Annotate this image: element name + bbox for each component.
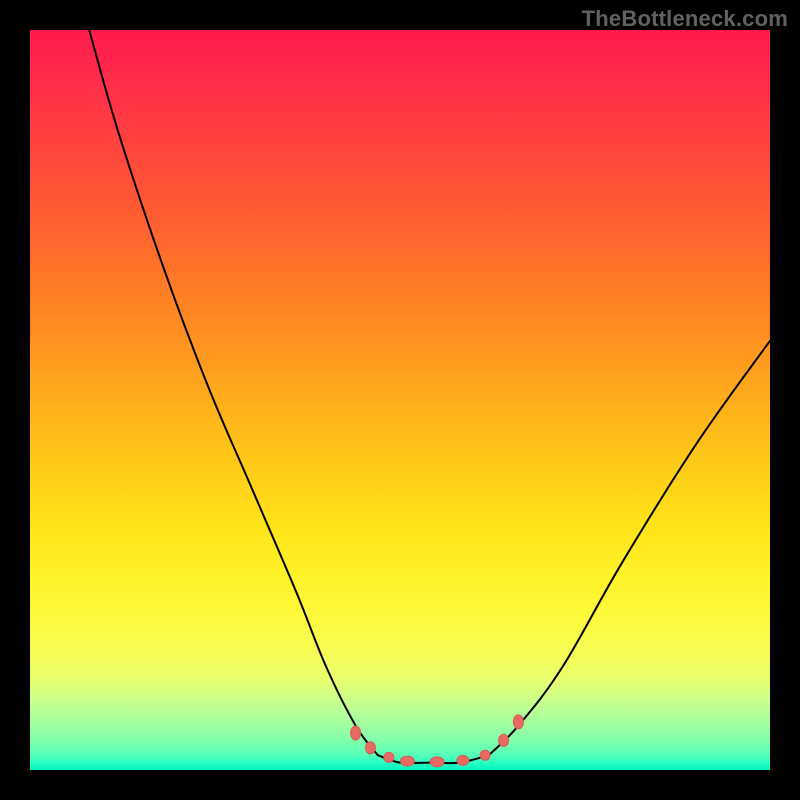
outer-frame: TheBottleneck.com — [0, 0, 800, 800]
marker-point — [384, 752, 394, 762]
marker-group — [351, 715, 524, 767]
marker-point — [365, 742, 375, 754]
marker-point — [400, 756, 414, 766]
marker-point — [430, 757, 444, 767]
chart-overlay — [30, 30, 770, 770]
marker-point — [480, 750, 490, 760]
curve-group — [89, 30, 770, 763]
plot-area — [30, 30, 770, 770]
marker-point — [513, 715, 523, 729]
curve-left-branch — [89, 30, 378, 755]
marker-point — [457, 755, 469, 765]
marker-point — [499, 734, 509, 746]
marker-point — [351, 726, 361, 740]
curve-right-branch — [489, 341, 770, 755]
watermark-text: TheBottleneck.com — [582, 6, 788, 32]
